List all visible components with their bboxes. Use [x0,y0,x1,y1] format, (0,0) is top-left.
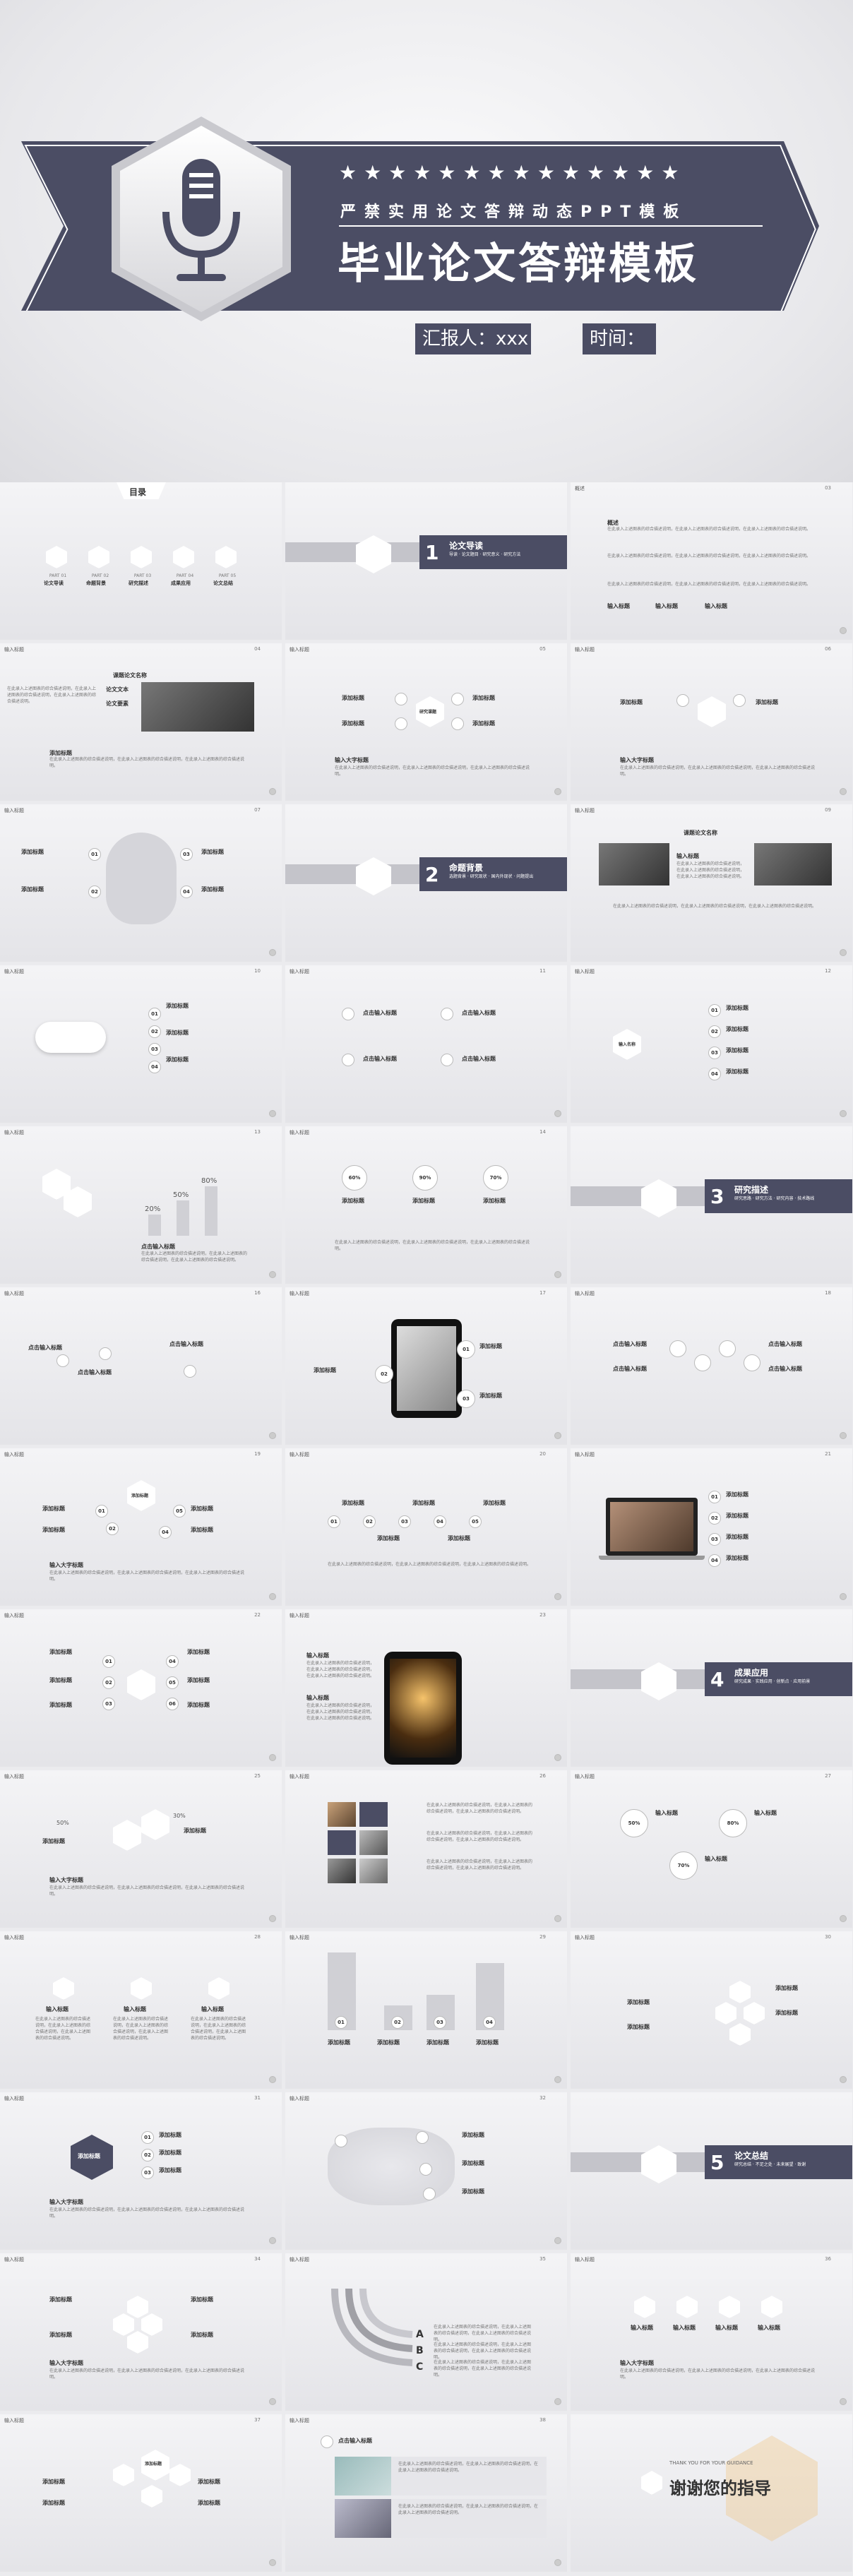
time-label: 时间： [583,323,656,354]
slide-14[interactable]: 输入标题 14 60% 90% 70% 添加标题 添加标题 添加标题 在此录入上… [285,1126,567,1284]
slide-29[interactable]: 输入标题 29 01 02 03 04 添加标题 添加标题 添加标题 添加标题 [285,1931,567,2089]
slide-28[interactable]: 输入标题 28 输入标题 输入标题 输入标题 在此录入上述图表的综合描述说明，在… [0,1931,282,2089]
slide-25[interactable]: 输入标题 25 50% 30% 添加标题 添加标题 输入大字标题 在此录入上述图… [0,1770,282,1928]
slide-36[interactable]: 输入标题 36 输入标题 输入标题 输入标题 输入标题 输入大字标题 在此录入上… [571,2253,852,2411]
rocket-icon [641,1662,676,1700]
slide-32[interactable]: 输入标题 32 添加标题 添加标题 添加标题 [285,2092,567,2250]
microphone-icon [106,113,297,325]
slide-12[interactable]: 输入标题 12 输入名称 01 02 03 04 添加标题 添加标题 添加标题 … [571,965,852,1123]
slide-05[interactable]: 输入标题 05 研究课题 添加标题 添加标题 添加标题 添加标题 输入大字标题 … [285,643,567,801]
slide-38[interactable]: 输入标题 38 点击输入标题 在此录入上述图表的综合描述说明，在此录入上述图表的… [285,2414,567,2572]
cloud-icon [35,1022,106,1053]
toc-icon-2 [88,546,109,568]
slide-section-3[interactable]: 3 研究描述 研究思路 · 研究方法 · 研究内容 · 技术路线 [571,1126,852,1284]
slide-thanks[interactable]: THANK YOU FOR YOUR GUIDANCE 谢谢您的指导 [571,2414,852,2572]
toc-icon-1 [46,546,67,568]
toc-icon-4 [173,546,194,568]
slide-09[interactable]: 输入标题 09 课题论文名称 输入标题 在此录入上述图表的综合描述说明，在此录入… [571,804,852,962]
slide-20[interactable]: 输入标题 20 01 02 03 04 05 添加标题 添加标题 添加标题 添加… [285,1448,567,1606]
slide-section-4[interactable]: 4 成果应用 研究成果 · 实践应用 · 创新点 · 应用前景 [571,1609,852,1767]
graduation-icon [641,2145,676,2183]
slide-23[interactable]: 输入标题 23 输入标题 在此录入上述图表的综合描述说明，在此录入上述图表的综合… [285,1609,567,1767]
slide-27[interactable]: 输入标题 27 50% 80% 70% 输入标题 输入标题 输入标题 [571,1770,852,1928]
cover-title: 毕业论文答辩模板 [338,239,699,289]
slide-17[interactable]: 输入标题 17 01 02 03 添加标题 添加标题 添加标题 [285,1287,567,1445]
slide-19[interactable]: 输入标题 19 添加标题 01 02 05 04 添加标题 添加标题 添加标题 … [0,1448,282,1606]
slide-03[interactable]: 概述 03 概述 在此录入上述图表的综合描述说明，在此录入上述图表的综合描述说明… [571,482,852,640]
arc-arrows [331,2288,413,2366]
slide-30[interactable]: 输入标题 30 添加标题 添加标题 添加标题 添加标题 [571,1931,852,2089]
slide-13[interactable]: 输入标题 13 20% 50% 80% 点击输入标题 在此录入上述图表的综合描述… [0,1126,282,1284]
gears-icon [641,1179,676,1217]
photo-collage [141,682,254,732]
microphone-icon-small [641,2471,662,2495]
slide-toc[interactable]: 目录 PART 01 论文导读 PART 02 命题背景 PART 03 研究描… [0,482,282,640]
lightbulb-photo [390,1659,456,1758]
slide-section-2[interactable]: 2 命题背景 选题背景 · 研究现状 · 国内外现状 · 问题提出 [285,804,567,962]
bulb-icon [106,833,177,924]
thanks-chinese: 谢谢您的指导 [669,2479,771,2498]
toc-title: 目录 [129,487,147,497]
slide-31[interactable]: 输入标题 31 添加标题 01 02 03 添加标题 添加标题 添加标题 输入大… [0,2092,282,2250]
slide-06[interactable]: 输入标题 06 添加标题 添加标题 输入大字标题 在此录入上述图表的综合描述说明… [571,643,852,801]
slide-35[interactable]: 输入标题 35 A B C 在此录入上述图表的综合描述说明，在此录入上述图表的综… [285,2253,567,2411]
slide-16[interactable]: 输入标题 16 点击输入标题 点击输入标题 点击输入标题 [0,1287,282,1445]
toc-icon-5 [215,546,237,568]
signpost-icon [356,857,391,895]
cover-slide: ★★★★★★★★★★★★★★ 严禁实用论文答辩动态PPT模板 毕业论文答辩模板 … [0,0,853,482]
cover-subtitle: 严禁实用论文答辩动态PPT模板 [340,203,688,221]
cover-stars: ★★★★★★★★★★★★★★ [339,161,686,182]
slide-04[interactable]: 输入标题 04 课题论文名称 论文文本 论文要素 在此录入上述图表的综合描述说明… [0,643,282,801]
slide-18[interactable]: 输入标题 18 点击输入标题 点击输入标题 点击输入标题 点击输入标题 [571,1287,852,1445]
slide-section-5[interactable]: 5 论文总结 研究总结 · 不足之处 · 未来展望 · 致谢 [571,2092,852,2250]
toc-icon-3 [131,546,152,568]
thanks-english: THANK YOU FOR YOUR GUIDANCE [669,2460,753,2466]
slide-21[interactable]: 输入标题 21 01 02 03 04 添加标题 添加标题 添加标题 添加标题 [571,1448,852,1606]
slide-section-1[interactable]: 1 论文导读 导读 · 论文题目 · 研究意义 · 研究方法 [285,482,567,640]
slide-37[interactable]: 输入标题 37 添加标题 添加标题 添加标题 添加标题 添加标题 [0,2414,282,2572]
reporter-label: 汇报人：xxx [415,323,531,354]
list-icon [356,535,391,573]
slide-26[interactable]: 输入标题 26 在此录入上述图表的综合描述说明，在此录入上述图表的综合描述说明，… [285,1770,567,1928]
slide-11[interactable]: 输入标题 11 点击输入标题 点击输入标题 点击输入标题 点击输入标题 [285,965,567,1123]
slide-07[interactable]: 输入标题 07 01 02 03 04 添加标题 添加标题 添加标题 添加标题 [0,804,282,962]
slide-10[interactable]: 输入标题 10 01 02 03 04 添加标题 添加标题 添加标题 [0,965,282,1123]
slide-22[interactable]: 输入标题 22 01 02 03 04 05 06 添加标题 添加标题 添加标题… [0,1609,282,1767]
slide-34[interactable]: 输入标题 34 添加标题 添加标题 添加标题 添加标题 输入大字标题 在此录入上… [0,2253,282,2411]
